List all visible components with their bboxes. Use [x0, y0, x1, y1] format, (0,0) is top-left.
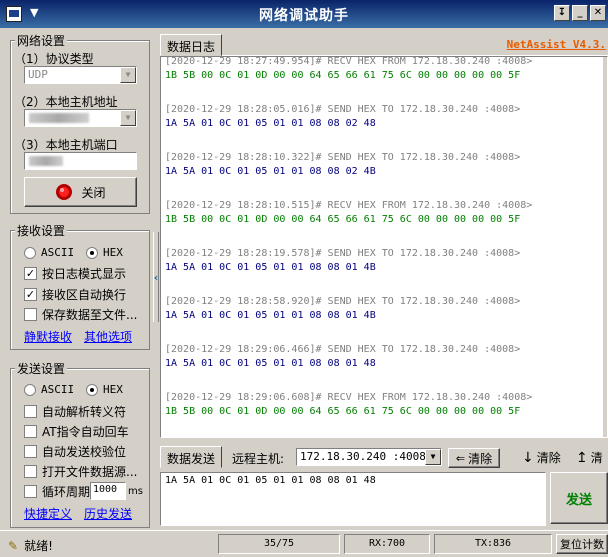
status-tx: TX:836	[434, 534, 552, 554]
remote-host-select[interactable]: 172.18.30.240 :4008 ▼	[296, 448, 442, 466]
window-title: 网络调试助手	[259, 8, 349, 24]
other-options-link[interactable]: 其他选项	[84, 328, 132, 345]
auto-wrap-checkbox[interactable]: ✓ 接收区自动换行	[24, 286, 126, 303]
receive-hex-radio[interactable]: HEX	[86, 246, 123, 259]
receive-settings-label: 接收设置	[15, 222, 68, 239]
left-arrow-icon: ⇐	[455, 451, 466, 465]
red-light-icon	[56, 184, 73, 200]
check-icon[interactable]: ✓	[24, 288, 37, 301]
host-port-label: （3）本地主机端口	[14, 138, 118, 152]
host-port-input[interactable]	[24, 152, 137, 170]
chevron-down-icon[interactable]: ▼	[120, 110, 136, 126]
silent-receive-link[interactable]: 静默接收	[24, 328, 72, 345]
open-file-checkbox[interactable]: 打开文件数据源...	[24, 463, 137, 480]
tab-data-send[interactable]: 数据发送	[160, 446, 223, 468]
close-window-button[interactable]: ✕	[590, 5, 606, 21]
status-count: 35/75	[218, 534, 340, 554]
chevron-down-icon[interactable]: ▼	[120, 67, 136, 83]
pin-icon[interactable]: ↧	[554, 5, 570, 21]
clear-send-button[interactable]: ↓ 清除	[522, 449, 561, 466]
receive-ascii-radio[interactable]: ASCII	[24, 246, 74, 259]
send-input[interactable]: 1A 5A 01 0C 01 05 01 01 08 08 01 48	[160, 472, 546, 526]
protocol-select[interactable]: UDP ▼	[24, 66, 137, 84]
clear-receive-button[interactable]: ↥ 清	[576, 449, 603, 466]
log-entry-timestamp: [2020-12-29 18:28:19.578]# SEND HEX TO 1…	[165, 248, 521, 259]
reset-count-button[interactable]: 复位计数	[556, 534, 608, 554]
status-rx: RX:700	[344, 534, 430, 554]
log-tabbar: 数据日志 NetAssist V4.3.	[160, 34, 608, 56]
protocol-value: UDP	[28, 68, 48, 81]
log-entry-data: 1B 5B 00 0C 01 0D 00 00 64 65 66 61 75 6…	[165, 406, 521, 417]
send-button[interactable]: 发送	[550, 472, 608, 524]
host-ip-select[interactable]: ▼	[24, 109, 137, 127]
panel-splitter[interactable]: ‹	[153, 232, 159, 322]
collapse-arrow-icon[interactable]: ‹	[154, 271, 159, 284]
log-entry-data: 1A 5A 01 0C 01 05 01 01 08 08 01 48	[165, 358, 376, 369]
status-ready: ✎ 就绪!	[8, 538, 53, 554]
save-to-file-checkbox[interactable]: 保存数据至文件...	[24, 306, 137, 323]
log-mode-checkbox[interactable]: ✓ 按日志模式显示	[24, 265, 126, 282]
send-settings-label: 发送设置	[15, 360, 68, 377]
log-entry-timestamp: [2020-12-29 18:29:06.466]# SEND HEX TO 1…	[165, 344, 521, 355]
loop-checkbox[interactable]: 循环周期	[24, 483, 90, 500]
log-entry-data: 1B 5B 00 0C 01 0D 00 00 64 65 66 61 75 6…	[165, 70, 521, 81]
log-entry-data: 1A 5A 01 0C 01 05 01 01 08 08 02 4B	[165, 166, 376, 177]
brand-link[interactable]: NetAssist V4.3.	[507, 38, 606, 51]
remote-host-label: 远程主机:	[232, 452, 285, 466]
send-toolbar: 数据发送 远程主机: 172.18.30.240 :4008 ▼ ⇐ 清除 ↓ …	[160, 446, 608, 470]
auto-checksum-checkbox[interactable]: 自动发送校验位	[24, 443, 126, 460]
shortcut-link[interactable]: 快捷定义	[24, 505, 72, 522]
down-arrow-icon: ↓	[522, 449, 534, 466]
close-connection-label: 关闭	[81, 185, 106, 200]
log-entry-data: 1A 5A 01 0C 01 05 01 01 08 08 01 4B	[165, 310, 376, 321]
ready-icon: ✎	[8, 538, 19, 553]
log-entry-data: 1A 5A 01 0C 01 05 01 01 08 08 02 48	[165, 118, 376, 129]
minimize-button[interactable]: _	[572, 5, 588, 21]
status-bar: ✎ 就绪! 35/75 RX:700 TX:836 复位计数	[0, 530, 608, 557]
chevron-down-icon[interactable]: ▼	[425, 449, 441, 465]
log-entry-data: 1B 5B 00 0C 01 0D 00 00 64 65 66 61 75 6…	[165, 214, 521, 225]
history-link[interactable]: 历史发送	[84, 505, 132, 522]
at-cr-checkbox[interactable]: AT指令自动回车	[24, 423, 129, 440]
host-ip-label: （2）本地主机地址	[14, 95, 118, 109]
up-arrow-icon: ↥	[576, 449, 588, 466]
log-entry-timestamp: [2020-12-29 18:29:06.608]# RECV HEX FROM…	[165, 392, 533, 403]
network-settings-label: 网络设置	[15, 32, 68, 49]
log-entry-timestamp: [2020-12-29 18:28:05.016]# SEND HEX TO 1…	[165, 104, 521, 115]
close-connection-button[interactable]: 关闭	[24, 177, 137, 207]
log-entry-timestamp: [2020-12-29 18:28:10.322]# SEND HEX TO 1…	[165, 152, 521, 163]
send-hex-radio[interactable]: HEX	[86, 383, 123, 396]
redacted-port	[29, 156, 63, 166]
clear-remote-button[interactable]: ⇐ 清除	[448, 448, 500, 468]
log-entry-timestamp: [2020-12-29 18:27:49.954]# RECV HEX FROM…	[165, 56, 533, 67]
data-log-area[interactable]: [2020-12-29 18:27:49.954]# RECV HEX FROM…	[160, 56, 608, 438]
redacted-ip	[29, 113, 89, 123]
log-entry-timestamp: [2020-12-29 18:28:58.920]# SEND HEX TO 1…	[165, 296, 521, 307]
tab-data-log[interactable]: 数据日志	[160, 34, 223, 56]
check-icon[interactable]: ✓	[24, 267, 37, 280]
title-bar: ▼ 网络调试助手 ↧ _ ✕	[0, 0, 608, 28]
log-entry-timestamp: [2020-12-29 18:28:10.515]# RECV HEX FROM…	[165, 200, 533, 211]
send-ascii-radio[interactable]: ASCII	[24, 383, 74, 396]
log-scrollbar[interactable]	[603, 57, 607, 437]
auto-escape-checkbox[interactable]: 自动解析转义符	[24, 403, 126, 420]
protocol-label: （1）协议类型	[14, 52, 94, 66]
loop-unit: ms	[128, 486, 143, 497]
loop-period-input[interactable]: 1000	[90, 482, 126, 500]
log-entry-data: 1A 5A 01 0C 01 05 01 01 08 08 01 4B	[165, 262, 376, 273]
